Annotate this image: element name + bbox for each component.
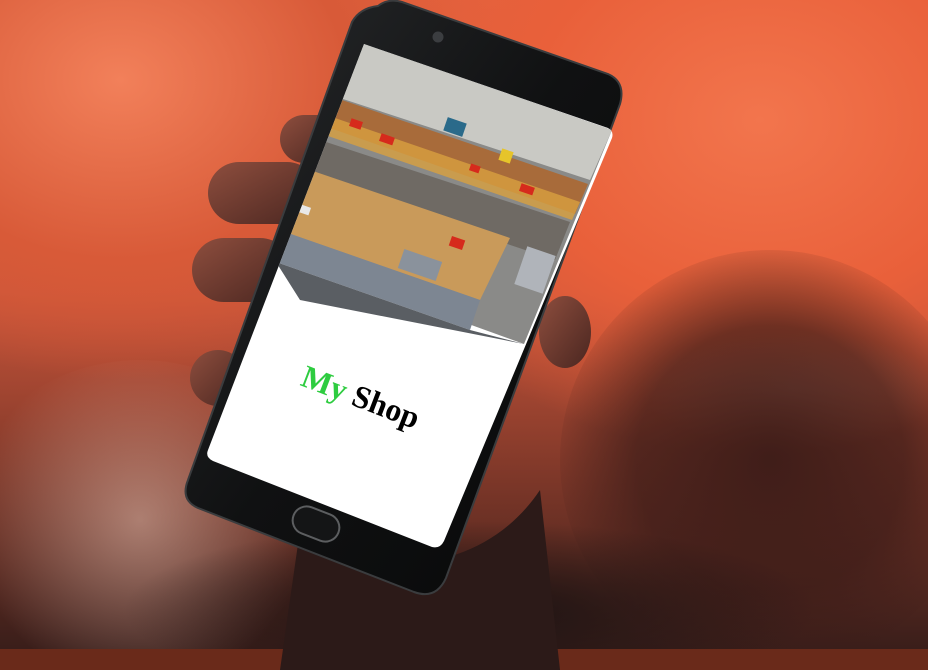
smartphone bbox=[184, 0, 623, 596]
front-camera-icon bbox=[432, 31, 444, 43]
